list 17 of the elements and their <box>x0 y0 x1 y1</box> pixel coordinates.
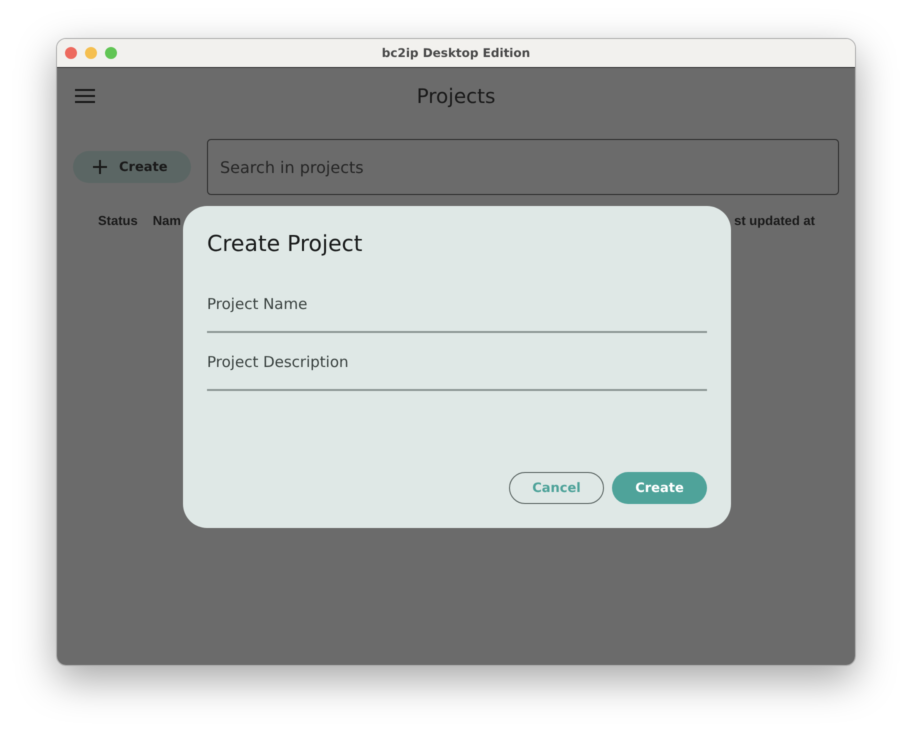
column-header: Nam <box>152 213 181 228</box>
page-title: Projects <box>416 84 496 108</box>
create-button[interactable]: Create <box>73 151 191 183</box>
create-button[interactable]: Create <box>612 472 707 504</box>
menu-icon[interactable] <box>75 89 95 103</box>
zoom-window-button[interactable] <box>105 47 117 59</box>
cancel-button[interactable]: Cancel <box>509 472 604 504</box>
dialog-title: Create Project <box>207 232 364 257</box>
text-field[interactable]: Project Name <box>207 277 707 333</box>
plus-icon <box>93 160 107 174</box>
column-header: st updated at <box>734 213 815 228</box>
column-header: Status <box>98 213 138 228</box>
window-title: bc2ip Desktop Edition <box>382 46 530 60</box>
minimize-window-button[interactable] <box>85 47 97 59</box>
close-window-button[interactable] <box>65 47 77 59</box>
text-field[interactable]: Project Description <box>207 335 707 391</box>
search-field[interactable]: Search in projects <box>207 139 839 195</box>
